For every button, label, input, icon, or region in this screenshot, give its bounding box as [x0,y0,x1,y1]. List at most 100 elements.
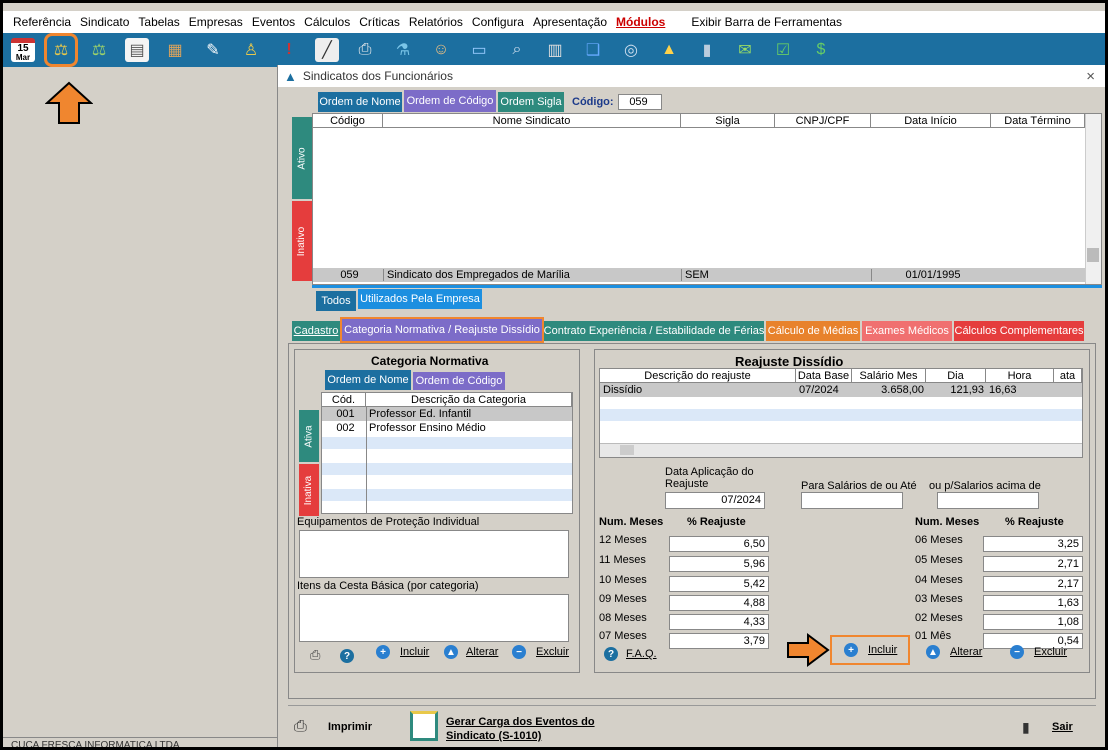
chart-icon[interactable]: ▮ [695,38,719,62]
printer-icon[interactable]: ⎙ [353,38,377,62]
table-row[interactable]: Dissídio 07/2024 3.658,00 121,93 16,63 [600,383,1082,397]
col-data-inicio[interactable]: Data Início [871,114,991,127]
menu-criticas[interactable]: Críticas [359,15,400,29]
menu-eventos[interactable]: Eventos [252,15,295,29]
warning-icon[interactable]: ▲ [657,38,681,62]
tab-cadastro[interactable]: Cadastro [292,321,340,341]
menu-empresas[interactable]: Empresas [189,15,243,29]
table-row[interactable]: 001 Professor Ed. Infantil [322,407,572,421]
pct-input[interactable]: 1,63 [983,595,1083,611]
col-sigla[interactable]: Sigla [681,114,775,127]
pct-input[interactable]: 5,96 [669,556,769,572]
col-codigo[interactable]: Código [313,114,383,127]
categoria-tab-inativa[interactable]: Inativa [299,464,319,516]
menu-relatorios[interactable]: Relatórios [409,15,463,29]
scroll-thumb[interactable] [620,445,634,455]
acima-input[interactable] [937,492,1039,509]
printer-icon[interactable]: ⎙ [294,718,307,736]
categoria-tab-ativa[interactable]: Ativa [299,410,319,462]
data-aplicacao-input[interactable]: 07/2024 [665,492,765,509]
building-icon[interactable]: ▦ [163,38,187,62]
minus-circle-icon[interactable]: − [1010,645,1024,659]
pct-input[interactable]: 3,79 [669,633,769,649]
horizontal-scrollbar[interactable] [600,443,1082,457]
notification-icon[interactable]: ✉ [733,38,757,62]
categoria-tab-ordem-nome[interactable]: Ordem de Nome [325,370,411,390]
exit-door-icon[interactable]: ▮ [1022,719,1030,736]
menu-exibir-barra[interactable]: Exibir Barra de Ferramentas [691,15,842,29]
magnifier-icon[interactable]: ⌕ [505,38,529,62]
reajuste-incluir-button[interactable]: + Incluir [830,635,910,665]
help-icon[interactable]: ? [340,649,354,663]
tab-exames-medicos[interactable]: Exames Médicos [862,321,952,341]
document-icon[interactable]: ▤ [125,38,149,62]
col-data-extra[interactable]: ata [1054,369,1082,382]
codigo-input[interactable]: 059 [618,94,662,110]
col-cod[interactable]: Cód. [322,393,366,406]
notepad-icon[interactable]: ✎ [201,38,225,62]
pct-input[interactable]: 2,71 [983,556,1083,572]
pct-input[interactable]: 0,54 [983,633,1083,649]
grid-scroll-thumb[interactable] [1087,248,1099,262]
table-row[interactable]: 002 Professor Ensino Médio [322,421,572,435]
minus-circle-icon[interactable]: − [512,645,526,659]
menu-configura[interactable]: Configura [472,15,524,29]
esocial-icon[interactable] [410,711,438,741]
faq-link[interactable]: F.A.Q. [626,648,657,660]
tab-calculo-medias[interactable]: Cálculo de Médias [766,321,860,341]
reajuste-alterar-button[interactable]: Alterar [950,646,982,658]
edit-circle-icon[interactable]: ▲ [444,645,458,659]
col-cnpj[interactable]: CNPJ/CPF [775,114,871,127]
menu-tabelas[interactable]: Tabelas [138,15,179,29]
tab-ativo[interactable]: Ativo [292,117,312,199]
pct-input[interactable]: 3,25 [983,536,1083,552]
checkbox-icon[interactable]: ☑ [771,38,795,62]
tab-contrato-experiencia[interactable]: Contrato Experiência / Estabilidade de F… [544,321,764,341]
monitor-icon[interactable]: ▭ [467,38,491,62]
magnifier-globe-icon[interactable]: ◎ [619,38,643,62]
menu-referencia[interactable]: Referência [13,15,71,29]
pct-input[interactable]: 4,88 [669,595,769,611]
categoria-alterar-button[interactable]: Alterar [466,646,498,658]
col-descricao-reajuste[interactable]: Descrição do reajuste [600,369,796,382]
col-nome[interactable]: Nome Sindicato [383,114,681,127]
col-dia[interactable]: Dia [926,369,986,382]
categoria-incluir-button[interactable]: Incluir [400,646,429,658]
categoria-excluir-button[interactable]: Excluir [536,646,569,658]
desk-icon[interactable]: ♙ [239,38,263,62]
menu-calculos[interactable]: Cálculos [304,15,350,29]
tab-calculos-complementares[interactable]: Cálculos Complementares [954,321,1084,341]
para-salarios-input[interactable] [801,492,903,509]
people-icon[interactable]: ☺ [429,38,453,62]
gerar-carga-button[interactable]: Gerar Carga dos Eventos do Sindicato (S-… [446,715,616,743]
tab-ordem-codigo[interactable]: Ordem de Código [404,90,496,112]
pct-input[interactable]: 4,33 [669,614,769,630]
imprimir-button[interactable]: Imprimir [328,721,372,733]
edit-circle-icon[interactable]: ▲ [926,645,940,659]
printer-icon[interactable]: ⎙ [310,647,320,663]
book-icon[interactable]: ❑ [581,38,605,62]
calendar-icon[interactable]: 15 Mar [11,38,35,62]
menu-apresentacao[interactable]: Apresentação [533,15,607,29]
money-icon[interactable]: $ [809,38,833,62]
tab-utilizados[interactable]: Utilizados Pela Empresa [358,289,482,309]
tab-categoria-reajuste[interactable]: Categoria Normativa / Reajuste Dissídio [340,317,544,343]
close-icon[interactable]: × [1086,68,1095,85]
scales-icon[interactable]: ⚖ [44,33,78,67]
tab-inativo[interactable]: Inativo [292,201,312,281]
table-row[interactable]: 059 Sindicato dos Empregados de Marília … [313,268,1085,282]
pct-input[interactable]: 1,08 [983,614,1083,630]
col-hora[interactable]: Hora [986,369,1054,382]
categoria-tab-ordem-codigo[interactable]: Ordem de Código [413,372,505,390]
col-salario-mes[interactable]: Salário Mes [852,369,926,382]
tab-todos[interactable]: Todos [316,291,356,311]
plus-circle-icon[interactable]: + [376,645,390,659]
col-data-base[interactable]: Data Base [796,369,852,382]
exclamation-icon[interactable]: ! [277,38,301,62]
tab-ordem-nome[interactable]: Ordem de Nome [318,92,402,112]
pen-icon[interactable]: ╱ [315,38,339,62]
scales-green-icon[interactable]: ⚖ [87,38,111,62]
epi-textarea[interactable] [299,530,569,578]
col-data-termino[interactable]: Data Término [991,114,1085,127]
pct-input[interactable]: 6,50 [669,536,769,552]
